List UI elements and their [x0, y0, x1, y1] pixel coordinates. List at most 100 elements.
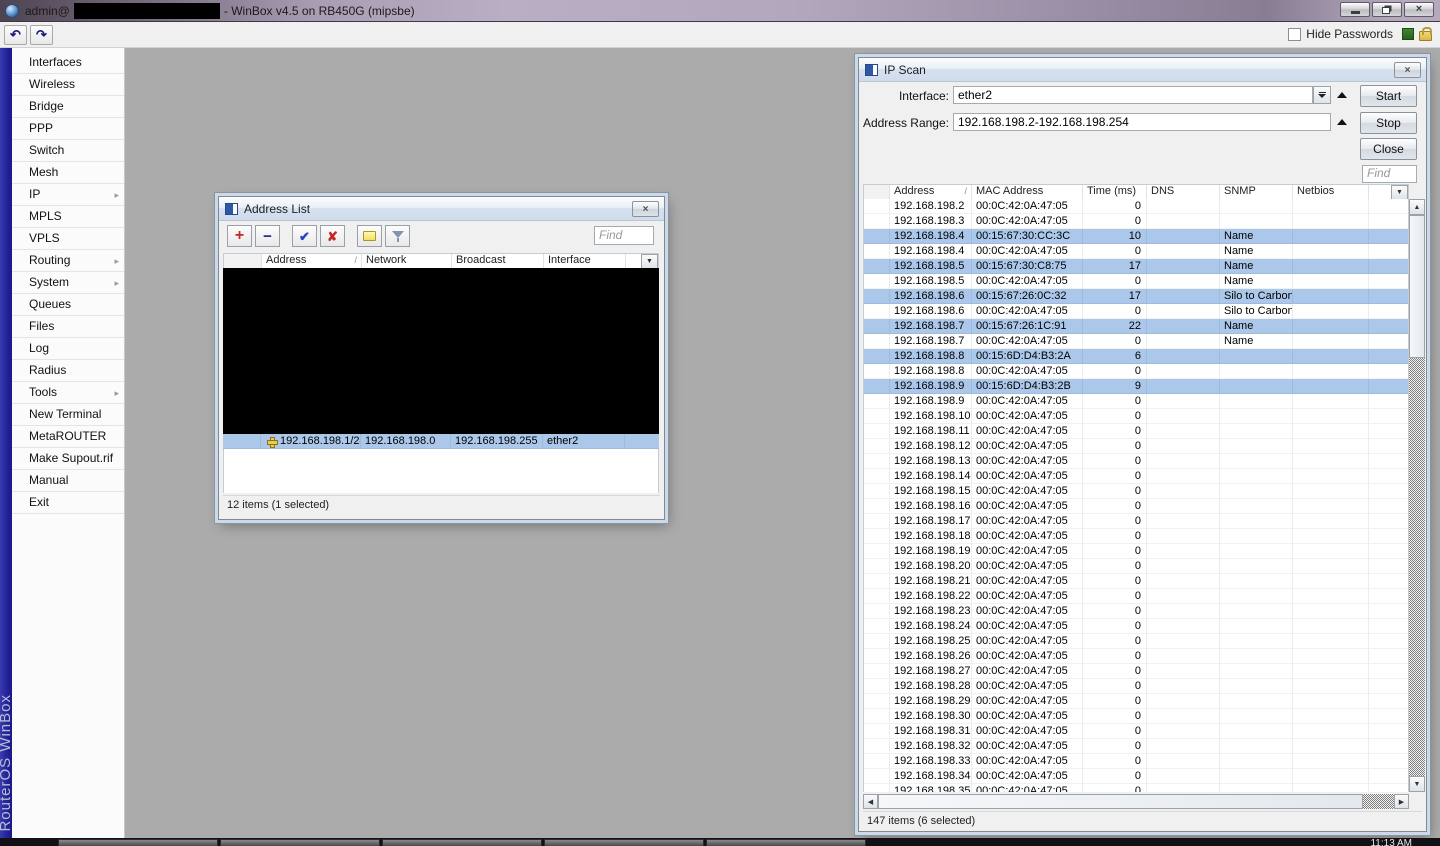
sidebar-item-radius[interactable]: Radius ▸ — [12, 360, 124, 382]
ip-scan-row[interactable]: 192.168.198.23 00:0C:42:0A:47:05 0 — [864, 604, 1408, 619]
column-header-snmp[interactable]: SNMP — [1220, 185, 1293, 199]
add-button[interactable]: + — [227, 225, 252, 247]
enable-button[interactable]: ✔ — [292, 225, 317, 247]
ip-scan-row[interactable]: 192.168.198.25 00:0C:42:0A:47:05 0 — [864, 634, 1408, 649]
address-list-find-input[interactable] — [594, 226, 654, 245]
ip-scan-row[interactable]: 192.168.198.16 00:0C:42:0A:47:05 0 — [864, 499, 1408, 514]
ip-scan-row[interactable]: 192.168.198.11 00:0C:42:0A:47:05 0 — [864, 424, 1408, 439]
range-collapse-button[interactable] — [1334, 113, 1349, 131]
ip-scan-row[interactable]: 192.168.198.34 00:0C:42:0A:47:05 0 — [864, 769, 1408, 784]
column-header-flags[interactable] — [224, 254, 262, 268]
ip-scan-row[interactable]: 192.168.198.29 00:0C:42:0A:47:05 0 — [864, 694, 1408, 709]
sidebar-item-tools[interactable]: Tools ▸ — [12, 382, 124, 404]
column-header-netbios[interactable]: Netbios — [1293, 185, 1369, 199]
column-header-address[interactable]: Address / — [262, 254, 362, 268]
ip-scan-row[interactable]: 192.168.198.6 00:0C:42:0A:47:05 0 Silo t… — [864, 304, 1408, 319]
ip-scan-row[interactable]: 192.168.198.12 00:0C:42:0A:47:05 0 — [864, 439, 1408, 454]
sidebar-item-files[interactable]: Files ▸ — [12, 316, 124, 338]
start-button[interactable]: Start — [1360, 85, 1417, 107]
scroll-up-button[interactable]: ▲ — [1409, 199, 1425, 215]
sidebar-item-wireless[interactable]: Wireless ▸ — [12, 74, 124, 96]
ip-scan-row[interactable]: 192.168.198.2 00:0C:42:0A:47:05 0 — [864, 199, 1408, 214]
hide-passwords-checkbox[interactable] — [1288, 27, 1302, 41]
ip-scan-row[interactable]: 192.168.198.8 00:15:6D:D4:B3:2A 6 — [864, 349, 1408, 364]
sidebar-item-ppp[interactable]: PPP ▸ — [12, 118, 124, 140]
sidebar-item-log[interactable]: Log ▸ — [12, 338, 124, 360]
ip-scan-row[interactable]: 192.168.198.19 00:0C:42:0A:47:05 0 — [864, 544, 1408, 559]
restore-button[interactable] — [1372, 2, 1402, 17]
interface-collapse-button[interactable] — [1334, 86, 1349, 104]
scroll-down-button[interactable]: ▼ — [1409, 776, 1425, 792]
column-chooser-dropdown[interactable]: ▼ — [1391, 185, 1408, 200]
sidebar-item-bridge[interactable]: Bridge ▸ — [12, 96, 124, 118]
ip-scan-row[interactable]: 192.168.198.31 00:0C:42:0A:47:05 0 — [864, 724, 1408, 739]
column-chooser-dropdown[interactable]: ▼ — [641, 254, 658, 269]
column-header-interface[interactable]: Interface — [544, 254, 626, 268]
horizontal-scrollbar[interactable]: ◀ ▶ — [863, 794, 1409, 809]
vertical-scrollbar[interactable]: ▲ ▼ — [1409, 199, 1425, 792]
ip-scan-row[interactable]: 192.168.198.21 00:0C:42:0A:47:05 0 — [864, 574, 1408, 589]
ip-scan-row[interactable]: 192.168.198.8 00:0C:42:0A:47:05 0 — [864, 364, 1408, 379]
minimize-button[interactable] — [1340, 2, 1370, 17]
ip-scan-row[interactable]: 192.168.198.7 00:15:67:26:1C:91 22 Name — [864, 319, 1408, 334]
sidebar-item-exit[interactable]: Exit ▸ — [12, 492, 124, 514]
ip-scan-row[interactable]: 192.168.198.5 00:0C:42:0A:47:05 0 Name — [864, 274, 1408, 289]
stop-button[interactable]: Stop — [1360, 112, 1417, 134]
ip-scan-row[interactable]: 192.168.198.10 00:0C:42:0A:47:05 0 — [864, 409, 1408, 424]
ip-scan-row[interactable]: 192.168.198.3 00:0C:42:0A:47:05 0 — [864, 214, 1408, 229]
ip-scan-row[interactable]: 192.168.198.35 00:0C:42:0A:47:05 0 — [864, 784, 1408, 792]
ip-scan-row[interactable]: 192.168.198.20 00:0C:42:0A:47:05 0 — [864, 559, 1408, 574]
sidebar-item-make-supout-rif[interactable]: Make Supout.rif ▸ — [12, 448, 124, 470]
sidebar-item-new-terminal[interactable]: New Terminal ▸ — [12, 404, 124, 426]
ip-scan-row[interactable]: 192.168.198.14 00:0C:42:0A:47:05 0 — [864, 469, 1408, 484]
horizontal-scroll-track[interactable] — [1363, 794, 1394, 809]
ip-scan-row[interactable]: 192.168.198.18 00:0C:42:0A:47:05 0 — [864, 529, 1408, 544]
sidebar-item-system[interactable]: System ▸ — [12, 272, 124, 294]
taskbar-button[interactable] — [382, 839, 542, 846]
sidebar-item-queues[interactable]: Queues ▸ — [12, 294, 124, 316]
sidebar-item-metarouter[interactable]: MetaROUTER ▸ — [12, 426, 124, 448]
vertical-scroll-thumb[interactable] — [1409, 215, 1425, 358]
sidebar-item-vpls[interactable]: VPLS ▸ — [12, 228, 124, 250]
sidebar-item-interfaces[interactable]: Interfaces ▸ — [12, 52, 124, 74]
column-header-flags[interactable] — [864, 185, 890, 199]
interface-input[interactable] — [953, 86, 1313, 104]
address-list-close-button[interactable]: × — [632, 201, 659, 217]
address-range-input[interactable] — [953, 113, 1331, 131]
ip-scan-row[interactable]: 192.168.198.26 00:0C:42:0A:47:05 0 — [864, 649, 1408, 664]
windows-taskbar[interactable]: 11:13 AM — [0, 838, 1440, 846]
ip-scan-row[interactable]: 192.168.198.9 00:0C:42:0A:47:05 0 — [864, 394, 1408, 409]
column-header-broadcast[interactable]: Broadcast — [452, 254, 544, 268]
ip-scan-row[interactable]: 192.168.198.9 00:15:6D:D4:B3:2B 9 — [864, 379, 1408, 394]
column-header-address[interactable]: Address / — [890, 185, 972, 199]
horizontal-scroll-thumb[interactable] — [878, 794, 1363, 809]
sidebar-item-switch[interactable]: Switch ▸ — [12, 140, 124, 162]
scroll-right-button[interactable]: ▶ — [1394, 794, 1409, 809]
column-header-network[interactable]: Network — [362, 254, 452, 268]
ip-scan-row[interactable]: 192.168.198.7 00:0C:42:0A:47:05 0 Name — [864, 334, 1408, 349]
undo-button[interactable]: ↶ — [4, 25, 27, 45]
ip-scan-row[interactable]: 192.168.198.30 00:0C:42:0A:47:05 0 — [864, 709, 1408, 724]
ip-scan-find-input[interactable] — [1362, 165, 1417, 183]
taskbar-button[interactable] — [544, 839, 704, 846]
column-header-time[interactable]: Time (ms) — [1083, 185, 1147, 199]
column-header-dns[interactable]: DNS — [1147, 185, 1220, 199]
sidebar-item-mpls[interactable]: MPLS ▸ — [12, 206, 124, 228]
ip-scan-row[interactable]: 192.168.198.4 00:0C:42:0A:47:05 0 Name — [864, 244, 1408, 259]
interface-dropdown-button[interactable] — [1313, 86, 1331, 104]
ip-scan-row[interactable]: 192.168.198.17 00:0C:42:0A:47:05 0 — [864, 514, 1408, 529]
comment-button[interactable] — [357, 225, 382, 247]
ip-scan-row[interactable]: 192.168.198.24 00:0C:42:0A:47:05 0 — [864, 619, 1408, 634]
ip-scan-row[interactable]: 192.168.198.5 00:15:67:30:C8:75 17 Name — [864, 259, 1408, 274]
ip-scan-row[interactable]: 192.168.198.4 00:15:67:30:CC:3C 10 Name — [864, 229, 1408, 244]
column-header-mac[interactable]: MAC Address — [972, 185, 1083, 199]
taskbar-button[interactable] — [220, 839, 380, 846]
close-dialog-button[interactable]: Close — [1360, 138, 1417, 160]
ip-scan-row[interactable]: 192.168.198.27 00:0C:42:0A:47:05 0 — [864, 664, 1408, 679]
ip-scan-row[interactable]: 192.168.198.13 00:0C:42:0A:47:05 0 — [864, 454, 1408, 469]
disable-button[interactable]: ✘ — [320, 225, 345, 247]
address-list-row-selected[interactable]: 192.168.198.1/24 192.168.198.0 192.168.1… — [223, 434, 659, 449]
scroll-left-button[interactable]: ◀ — [863, 794, 878, 809]
ip-scan-titlebar[interactable]: IP Scan × — [859, 58, 1426, 82]
taskbar-button[interactable] — [706, 839, 866, 846]
